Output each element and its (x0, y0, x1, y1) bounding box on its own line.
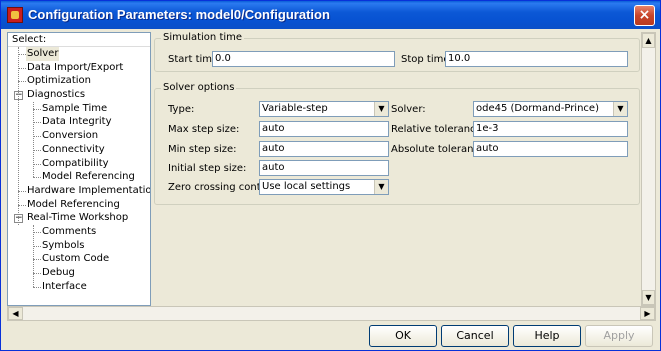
absolute-tolerance-field[interactable]: auto (473, 141, 628, 157)
simulation-time-group: Simulation time Start time: 0.0 Stop tim… (154, 32, 640, 72)
tree-item[interactable]: Model Referencing (8, 198, 150, 212)
scroll-left-icon[interactable]: ◀ (8, 307, 23, 320)
tree-item-label: Model Referencing (42, 171, 135, 183)
tree-item[interactable]: Solver (8, 47, 150, 61)
tree-item[interactable]: Conversion (8, 129, 150, 143)
vertical-scrollbar[interactable]: ▲ ▼ (641, 32, 656, 306)
tree-item-label: Sample Time (42, 102, 108, 114)
tree-item[interactable]: Symbols (8, 239, 150, 253)
tree-connector (33, 245, 41, 247)
window-title: Configuration Parameters: model0/Configu… (28, 7, 330, 22)
tree-connector (33, 231, 41, 233)
solver-label: Solver: (391, 104, 426, 115)
simulation-time-title: Simulation time (161, 32, 245, 43)
simulink-app-icon (7, 7, 23, 23)
max-step-label: Max step size: (168, 124, 240, 135)
tree-item-label: Custom Code (42, 253, 110, 265)
tree-item-label: Connectivity (42, 143, 105, 155)
select-tree[interactable]: Select: Solver Data Import/Export Optimiza… (7, 32, 151, 306)
tree-item-label: Real-Time Workshop (27, 212, 129, 224)
tree-item-label: Model Referencing (27, 198, 120, 210)
tree-item[interactable]: Connectivity (8, 143, 150, 157)
tree-connector (18, 204, 26, 206)
tree-connector (33, 122, 41, 124)
tree-item[interactable]: Data Import/Export (8, 61, 150, 75)
tree-item[interactable]: − Diagnostics (8, 88, 150, 102)
tree-connector (33, 286, 41, 288)
tree-item[interactable]: Comments (8, 225, 150, 239)
solver-select[interactable]: ode45 (Dormand-Prince) ▼ (473, 101, 628, 117)
scroll-up-icon[interactable]: ▲ (642, 33, 655, 48)
solver-select-value: ode45 (Dormand-Prince) (476, 103, 599, 114)
horizontal-scrollbar[interactable]: ◀ ▶ (7, 306, 656, 321)
max-step-field[interactable]: auto (259, 121, 389, 137)
type-label: Type: (168, 104, 195, 115)
tree-items: Solver Data Import/Export Optimization − Dia… (8, 47, 150, 293)
tree-item[interactable]: Sample Time (8, 102, 150, 116)
ok-button[interactable]: OK (369, 325, 437, 347)
solver-options-group: Solver options Type: Variable-step ▼ Sol… (154, 82, 640, 205)
relative-tolerance-field[interactable]: 1e-3 (473, 121, 628, 137)
tree-item-label: Solver (26, 47, 60, 61)
start-time-field[interactable]: 0.0 (212, 51, 395, 67)
tree-connector (18, 67, 26, 69)
relative-tolerance-label: Relative tolerance: (391, 124, 486, 135)
scroll-down-icon[interactable]: ▼ (642, 290, 655, 305)
stop-time-field[interactable]: 10.0 (445, 51, 628, 67)
tree-item[interactable]: Optimization (8, 74, 150, 88)
tree-connector (33, 273, 41, 274)
close-button[interactable]: × (634, 5, 655, 26)
tree-item-label: Compatibility (42, 157, 109, 169)
cancel-button[interactable]: Cancel (441, 325, 509, 347)
tree-connector (18, 81, 26, 83)
type-select-value: Variable-step (262, 103, 328, 114)
tree-item[interactable]: Custom Code (8, 252, 150, 266)
tree-item-label: Optimization (27, 75, 91, 87)
tree-item[interactable]: Compatibility (8, 157, 150, 171)
min-step-label: Min step size: (168, 144, 237, 155)
tree-item[interactable]: Debug (8, 266, 150, 280)
tree-item-label: Symbols (42, 239, 85, 251)
tree-item[interactable]: Hardware Implementation (8, 184, 150, 198)
tree-item-label: Data Import/Export (27, 61, 124, 73)
chevron-down-icon[interactable]: ▼ (374, 102, 388, 116)
tree-connector (33, 136, 41, 138)
tree-connector (18, 54, 26, 55)
tree-item-label: Data Integrity (42, 116, 112, 128)
configuration-dialog: Configuration Parameters: model0/Configu… (0, 0, 661, 351)
apply-button[interactable]: Apply (585, 325, 653, 347)
tree-item-label: Diagnostics (27, 89, 86, 101)
zero-crossing-select[interactable]: Use local settings ▼ (259, 179, 389, 195)
tree-item[interactable]: Interface (8, 280, 150, 294)
tree-item-label: Conversion (42, 130, 99, 142)
tree-guide-line (33, 225, 34, 287)
tree-connector (33, 259, 41, 261)
tree-guide-line (18, 47, 19, 226)
solver-options-title: Solver options (161, 82, 237, 93)
min-step-field[interactable]: auto (259, 141, 389, 157)
chevron-down-icon[interactable]: ▼ (613, 102, 627, 116)
initial-step-label: Initial step size: (168, 163, 247, 174)
tree-item[interactable]: Model Referencing (8, 170, 150, 184)
tree-connector (33, 108, 41, 110)
initial-step-field[interactable]: auto (259, 160, 389, 176)
tree-item[interactable]: Data Integrity (8, 115, 150, 129)
type-select[interactable]: Variable-step ▼ (259, 101, 389, 117)
tree-header: Select: (8, 33, 150, 47)
tree-guide-line (33, 101, 34, 178)
tree-item-label: Interface (42, 280, 87, 292)
tree-item-label: Hardware Implementation (27, 184, 151, 196)
tree-connector (33, 149, 41, 151)
tree-item-label: Comments (42, 225, 97, 237)
zero-crossing-select-value: Use local settings (262, 181, 351, 192)
tree-item[interactable]: − Real-Time Workshop (8, 211, 150, 225)
title-bar[interactable]: Configuration Parameters: model0/Configu… (1, 1, 660, 29)
scroll-right-icon[interactable]: ▶ (640, 307, 655, 320)
tree-item-label: Debug (42, 267, 75, 278)
tree-connector (33, 177, 41, 179)
tree-connector (18, 190, 26, 192)
chevron-down-icon[interactable]: ▼ (374, 180, 388, 194)
help-button[interactable]: Help (513, 325, 581, 347)
tree-connector (33, 163, 41, 165)
